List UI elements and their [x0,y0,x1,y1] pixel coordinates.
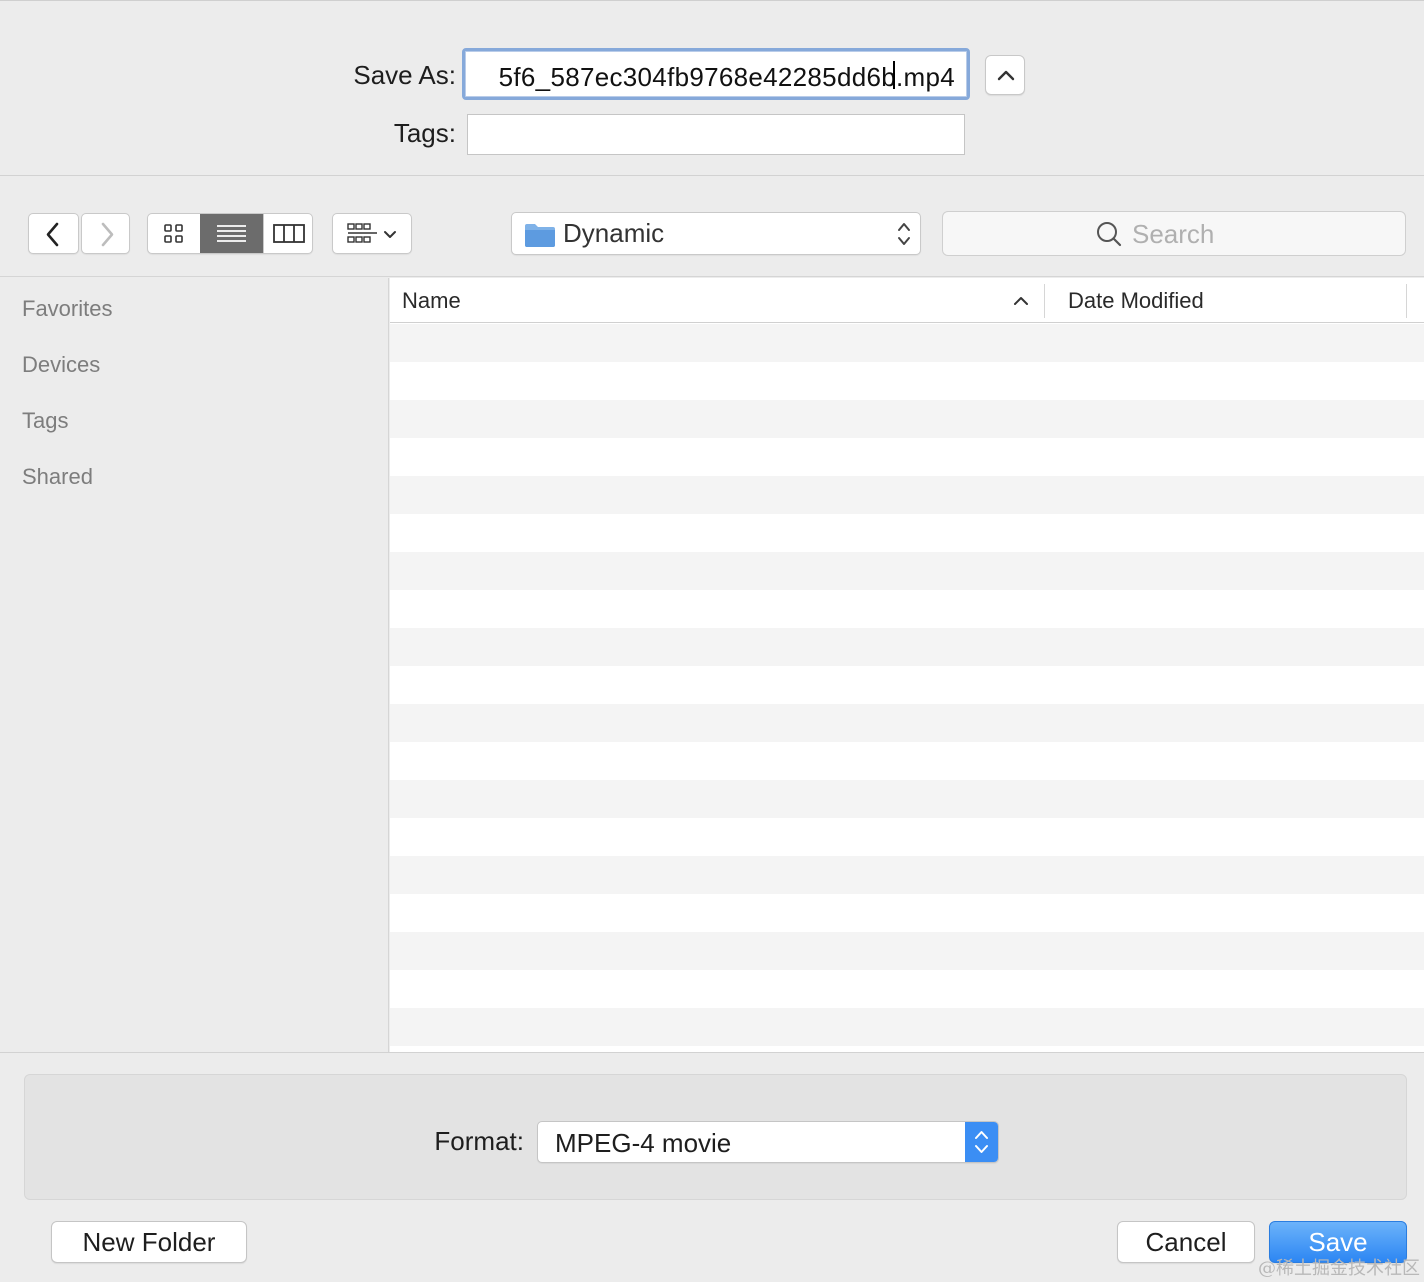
format-popup[interactable]: MPEG-4 movie [537,1121,999,1163]
empty-list-row [390,590,1424,628]
watermark-text: @稀土掘金技术社区 [1258,1258,1420,1279]
chevron-up-icon [997,70,1015,81]
folder-icon [525,224,555,247]
sidebar-item-devices[interactable]: Devices [22,352,100,378]
empty-list-row [390,666,1424,704]
empty-list-row [390,514,1424,552]
group-by-icon [347,223,396,243]
group-by-button[interactable] [332,213,412,254]
columns-icon [273,224,305,243]
empty-list-row [390,970,1424,1008]
forward-button[interactable] [81,213,130,254]
back-button[interactable] [28,213,79,254]
column-divider[interactable] [1044,284,1045,318]
column-divider[interactable] [1406,284,1407,318]
tags-label: Tags: [393,118,456,148]
search-icon [1097,222,1122,247]
search-placeholder: Search [1132,219,1215,249]
list-icon [217,225,246,242]
empty-list-row [390,552,1424,590]
new-folder-button[interactable]: New Folder [51,1221,247,1263]
column-header-name[interactable]: Name [402,288,461,314]
empty-list-row [390,704,1424,742]
sort-ascending-icon [1014,297,1028,305]
empty-list-row [390,780,1424,818]
icon-view-button[interactable] [148,214,200,253]
chevron-right-icon [101,222,114,247]
format-label: Format: [434,1126,524,1156]
save-as-value: 5f6_587ec304fb9768e42285dd6b.mp4 [498,62,955,92]
sidebar-item-favorites[interactable]: Favorites [22,296,112,322]
cancel-button[interactable]: Cancel [1117,1221,1255,1263]
sidebar-item-tags[interactable]: Tags [22,408,68,434]
empty-rows [390,324,1424,1052]
file-list[interactable]: Name Date Modified [390,278,1424,1052]
list-view-button[interactable] [200,214,263,253]
column-header-row: Name Date Modified [390,278,1424,323]
save-as-input[interactable]: 5f6_587ec304fb9768e42285dd6b.mp4 [462,48,970,100]
sidebar-item-shared[interactable]: Shared [22,464,93,490]
up-down-chevrons-icon [975,1131,988,1153]
empty-list-row [390,742,1424,780]
sidebar [0,278,389,1052]
empty-list-row [390,818,1424,856]
column-header-date-modified[interactable]: Date Modified [1068,288,1204,314]
view-mode-segmented-control [147,213,313,254]
empty-list-row [390,932,1424,970]
format-value: MPEG-4 movie [555,1128,732,1158]
empty-list-row [390,894,1424,932]
save-as-label: Save As: [353,60,456,90]
expand-dialog-button[interactable] [985,55,1025,95]
empty-list-row [390,324,1424,362]
tags-input[interactable] [467,114,965,155]
empty-list-row [390,1008,1424,1046]
column-view-button[interactable] [263,214,312,253]
grid-icon [164,224,183,243]
format-popup-arrows[interactable] [965,1122,998,1162]
empty-list-row [390,400,1424,438]
empty-list-row [390,476,1424,514]
empty-list-row [390,856,1424,894]
empty-list-row [390,628,1424,666]
text-caret [893,61,895,89]
up-down-chevrons-icon [898,223,910,245]
empty-list-row [390,362,1424,400]
empty-list-row [390,438,1424,476]
chevron-left-icon [46,222,59,247]
location-label: Dynamic [563,218,665,248]
